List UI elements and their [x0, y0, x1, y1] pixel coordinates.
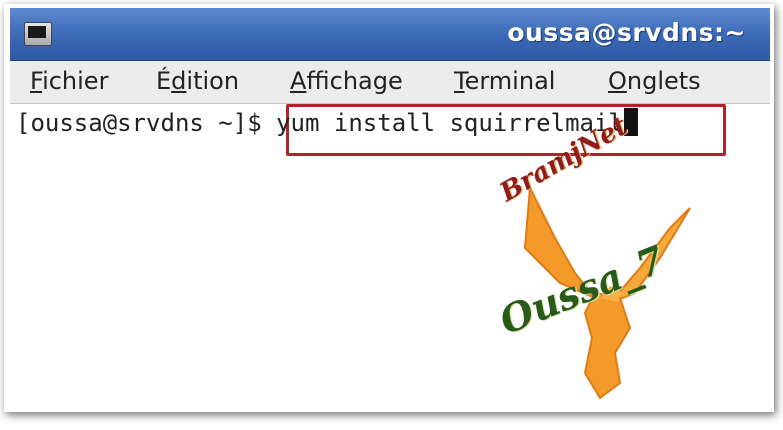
- window-title: oussa@srvdns:~: [507, 18, 746, 47]
- menu-terminal-label: erminal: [464, 67, 556, 95]
- menu-bar: Fichier Édition Affichage Terminal Ongle…: [10, 61, 770, 104]
- menu-edition-prefix: É: [156, 67, 172, 95]
- menu-terminal[interactable]: Terminal: [454, 67, 555, 95]
- terminal-window: oussa@srvdns:~ Fichier Édition Affichage…: [10, 8, 770, 408]
- menu-onglets[interactable]: Onglets: [608, 67, 701, 95]
- menu-affichage[interactable]: Affichage: [290, 67, 403, 95]
- shell-prompt: [oussa@srvdns ~]$: [16, 109, 277, 137]
- menu-affichage-label: ffichage: [306, 67, 403, 95]
- menu-onglets-label: nglets: [626, 67, 701, 95]
- terminal-icon[interactable]: [24, 22, 52, 46]
- menu-fichier[interactable]: Fichier: [30, 67, 108, 95]
- menu-terminal-mnemonic: T: [454, 67, 465, 95]
- menu-fichier-label: ichier: [42, 67, 109, 95]
- menu-edition-mnemonic: d: [171, 67, 187, 95]
- title-bar[interactable]: oussa@srvdns:~: [10, 8, 770, 61]
- menu-affichage-mnemonic: A: [290, 67, 307, 95]
- prompt-line: [oussa@srvdns ~]$ yum install squirrelma…: [16, 108, 638, 137]
- menu-edition[interactable]: Édition: [156, 67, 239, 95]
- command-text[interactable]: yum install squirrelmail: [276, 109, 623, 137]
- menu-fichier-mnemonic: F: [30, 67, 43, 95]
- menu-onglets-mnemonic: O: [608, 67, 627, 95]
- terminal-icon-screen: [28, 26, 46, 38]
- menu-edition-label: ition: [186, 67, 240, 95]
